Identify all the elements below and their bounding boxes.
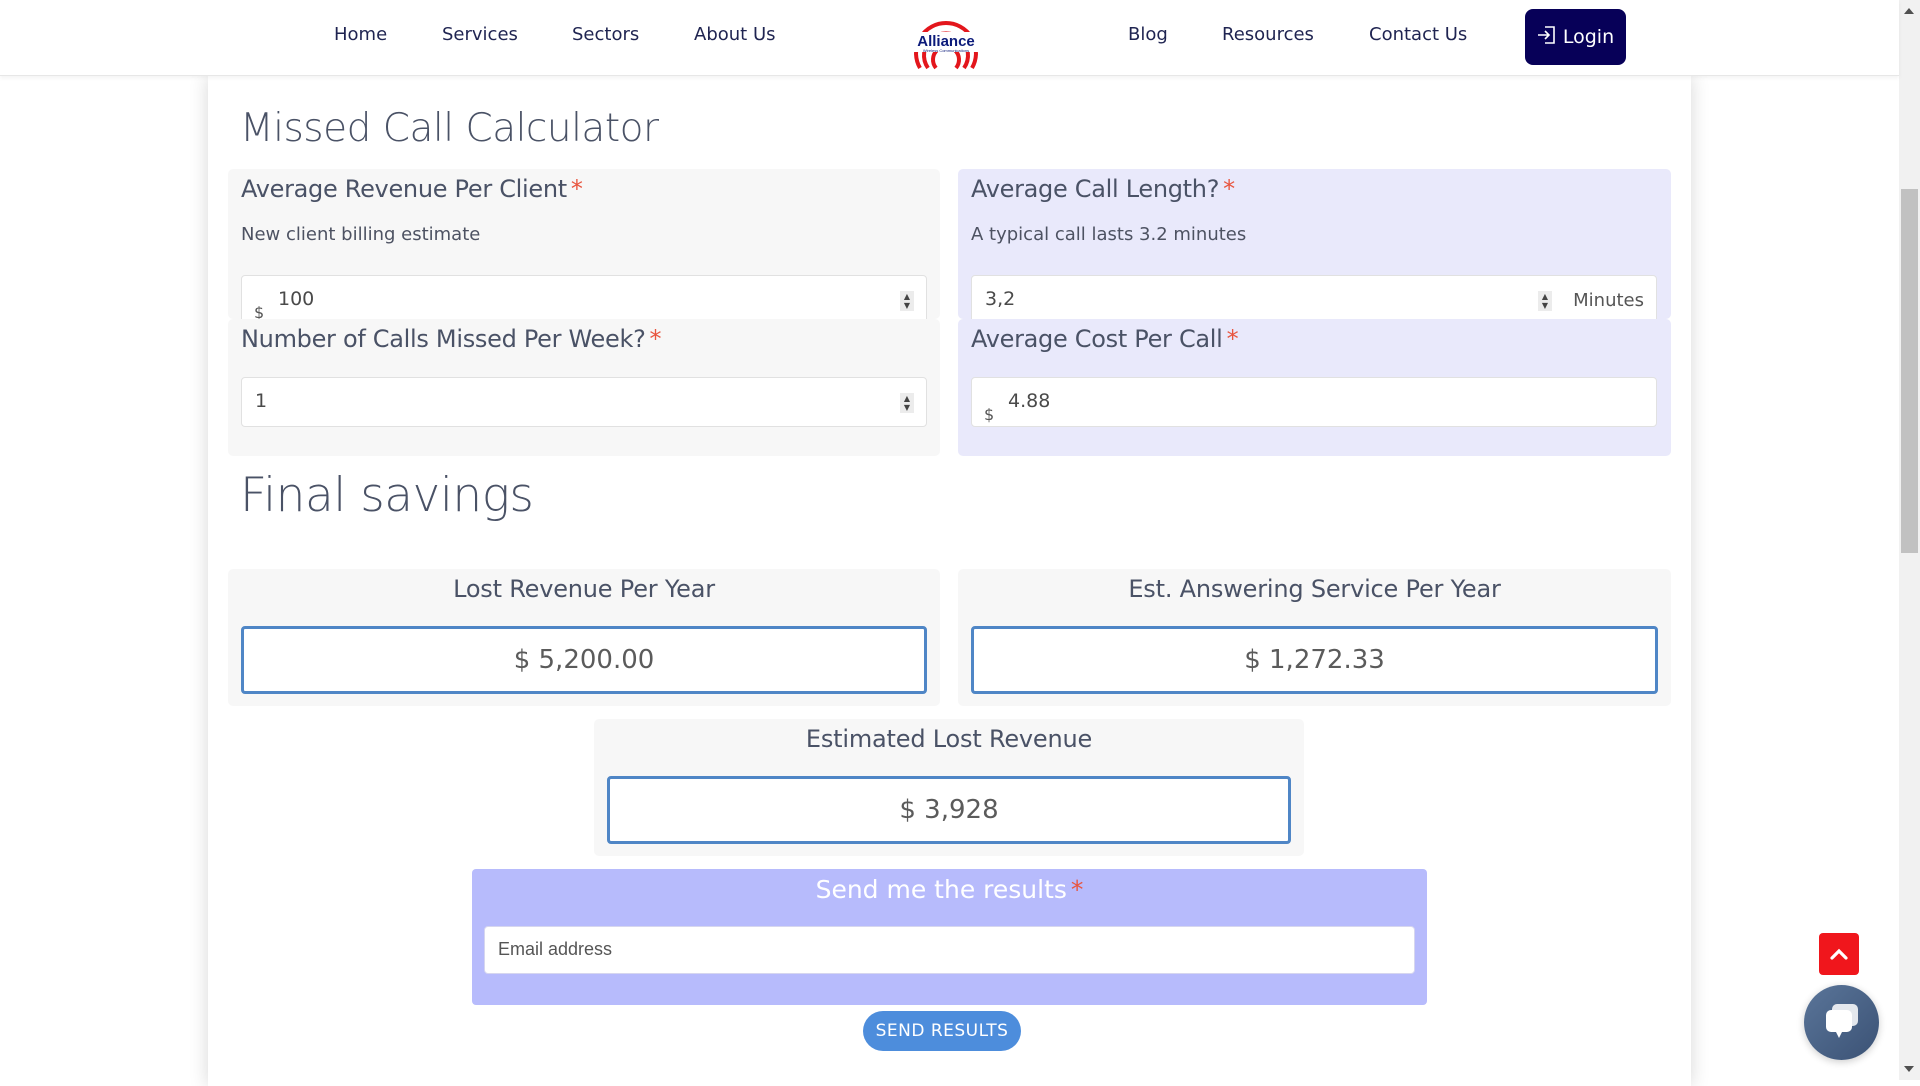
nav-services[interactable]: Services xyxy=(442,24,518,45)
cost-per-call-card: Average Cost Per Call * $ 4.88 xyxy=(958,319,1671,456)
scroll-up-arrow-icon[interactable] xyxy=(1904,8,1914,14)
avg-revenue-value: 100 xyxy=(278,288,315,310)
send-results-button[interactable]: SEND RESULTS xyxy=(863,1011,1021,1051)
scrollbar-thumb[interactable] xyxy=(1901,189,1918,553)
back-to-top-button[interactable] xyxy=(1819,933,1859,975)
dollar-prefix: $ xyxy=(984,405,995,424)
number-spinner-icon[interactable]: ▲ ▼ xyxy=(900,291,914,311)
avg-revenue-hint: New client billing estimate xyxy=(241,224,481,245)
vertical-scrollbar[interactable] xyxy=(1899,0,1920,1080)
login-label: Login xyxy=(1562,26,1615,48)
avg-revenue-input[interactable]: $ 100 ▲ ▼ xyxy=(241,275,927,325)
answering-service-card: Est. Answering Service Per Year $ 1,272.… xyxy=(958,569,1671,706)
lost-revenue-card: Lost Revenue Per Year $ 5,200.00 xyxy=(228,569,940,706)
call-length-hint: A typical call lasts 3.2 minutes xyxy=(971,224,1247,245)
calls-missed-card: Number of Calls Missed Per Week? * 1 ▲ ▼ xyxy=(228,319,940,456)
estimated-lost-value: $ 3,928 xyxy=(607,776,1291,844)
login-icon xyxy=(1537,25,1557,50)
nav-about-us[interactable]: About Us xyxy=(694,24,776,45)
chevron-up-icon xyxy=(1830,945,1848,964)
cost-per-call-input[interactable]: $ 4.88 xyxy=(971,377,1657,427)
send-results-title: Send me the results * xyxy=(815,875,1084,904)
logo-tagline: Wireless Communications xyxy=(923,48,969,53)
nav-blog[interactable]: Blog xyxy=(1128,24,1168,45)
call-length-input[interactable]: 3,2 ▲ ▼ Minutes xyxy=(971,275,1657,325)
estimated-lost-card: Estimated Lost Revenue $ 3,928 xyxy=(594,719,1304,856)
minutes-suffix: Minutes xyxy=(1573,290,1644,311)
lost-revenue-label: Lost Revenue Per Year xyxy=(453,575,715,603)
login-button[interactable]: Login xyxy=(1525,9,1626,65)
alliance-logo[interactable]: Alliance Wireless Communications xyxy=(906,10,986,74)
scroll-down-arrow-icon[interactable] xyxy=(1904,1066,1914,1072)
calls-missed-value: 1 xyxy=(255,390,268,412)
chat-widget-button[interactable] xyxy=(1804,985,1879,1060)
nav-resources[interactable]: Resources xyxy=(1222,24,1314,45)
avg-revenue-label: Average Revenue Per Client * xyxy=(241,175,583,203)
calls-missed-label: Number of Calls Missed Per Week? * xyxy=(241,325,662,353)
cost-per-call-label: Average Cost Per Call * xyxy=(971,325,1239,353)
answering-service-value: $ 1,272.33 xyxy=(971,626,1658,694)
chat-bubble-icon xyxy=(1822,1002,1862,1044)
call-length-card: Average Call Length? * A typical call las… xyxy=(958,169,1671,325)
final-savings-title: Final savings xyxy=(240,468,534,523)
number-spinner-icon[interactable]: ▲ ▼ xyxy=(1538,291,1552,311)
answering-service-label: Est. Answering Service Per Year xyxy=(1128,575,1501,603)
nav-contact-us[interactable]: Contact Us xyxy=(1369,24,1467,45)
call-length-value: 3,2 xyxy=(985,288,1016,310)
calls-missed-input[interactable]: 1 ▲ ▼ xyxy=(241,377,927,427)
send-results-card: Send me the results * Email address xyxy=(472,869,1427,1005)
cost-per-call-value: 4.88 xyxy=(1008,390,1051,412)
estimated-lost-label: Estimated Lost Revenue xyxy=(805,725,1093,753)
call-length-label: Average Call Length? * xyxy=(971,175,1235,203)
calculator-title: Missed Call Calculator xyxy=(240,106,659,151)
calculator-panel: Missed Call Calculator Average Revenue P… xyxy=(208,76,1691,1086)
avg-revenue-card: Average Revenue Per Client * New client b… xyxy=(228,169,940,325)
number-spinner-icon[interactable]: ▲ ▼ xyxy=(900,393,914,413)
nav-home[interactable]: Home xyxy=(334,24,387,45)
nav-sectors[interactable]: Sectors xyxy=(572,24,639,45)
email-input[interactable]: Email address xyxy=(484,926,1415,974)
site-header: Home Services Sectors About Us Alliance … xyxy=(0,0,1899,76)
lost-revenue-value: $ 5,200.00 xyxy=(241,626,927,694)
